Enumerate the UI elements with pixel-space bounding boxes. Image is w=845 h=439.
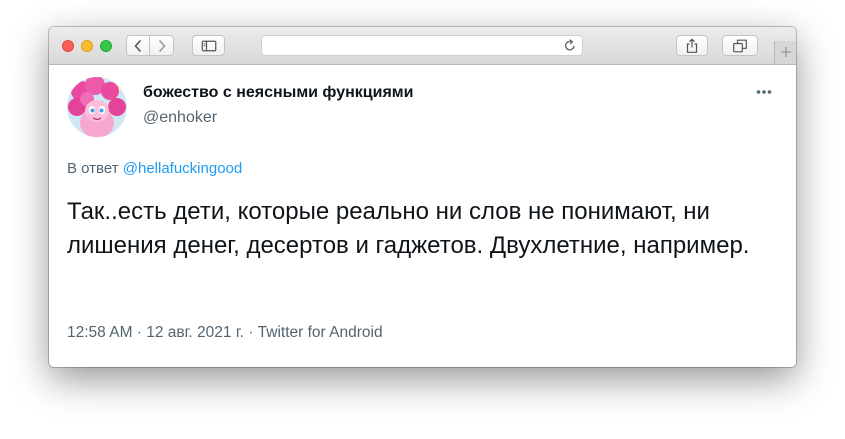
- avatar[interactable]: [67, 77, 127, 137]
- zoom-traffic-light-icon[interactable]: [100, 40, 112, 52]
- forward-button[interactable]: [149, 35, 174, 56]
- chevron-left-icon: [134, 39, 141, 52]
- tabs-overview-button[interactable]: [722, 35, 758, 56]
- replying-to-mention[interactable]: @hellafuckingood: [123, 160, 242, 177]
- reload-icon[interactable]: [564, 39, 576, 52]
- replying-to: В ответ @hellafuckingood: [67, 160, 242, 177]
- tweet-card: божество с неясными функциями @enhoker В…: [49, 65, 796, 367]
- replying-prefix: В ответ: [67, 160, 119, 177]
- more-options-icon[interactable]: [754, 85, 774, 99]
- tabs-overview-icon: [733, 39, 747, 52]
- share-icon: [686, 38, 698, 53]
- sidebar-icon: [201, 40, 216, 51]
- browser-window: божество с неясными функциями @enhoker В…: [49, 27, 796, 367]
- new-tab-button[interactable]: [774, 41, 796, 64]
- tweet-text: Так..есть дети, которые реально ни слов …: [67, 198, 750, 259]
- share-button[interactable]: [676, 35, 708, 56]
- address-bar[interactable]: [261, 35, 583, 56]
- chevron-right-icon: [158, 39, 165, 52]
- browser-toolbar: [49, 27, 796, 65]
- tweet-timestamp[interactable]: 12:58 AM · 12 авг. 2021 г. · Twitter for…: [67, 324, 383, 342]
- plus-icon: [781, 47, 791, 57]
- pony-avatar-icon: [67, 77, 127, 137]
- minimize-traffic-light-icon[interactable]: [81, 40, 93, 52]
- sidebar-button[interactable]: [192, 35, 225, 56]
- back-button[interactable]: [126, 35, 150, 56]
- display-name[interactable]: божество с неясными функциями: [143, 84, 413, 102]
- close-traffic-light-icon[interactable]: [62, 40, 74, 52]
- username-handle[interactable]: @enhoker: [143, 109, 217, 127]
